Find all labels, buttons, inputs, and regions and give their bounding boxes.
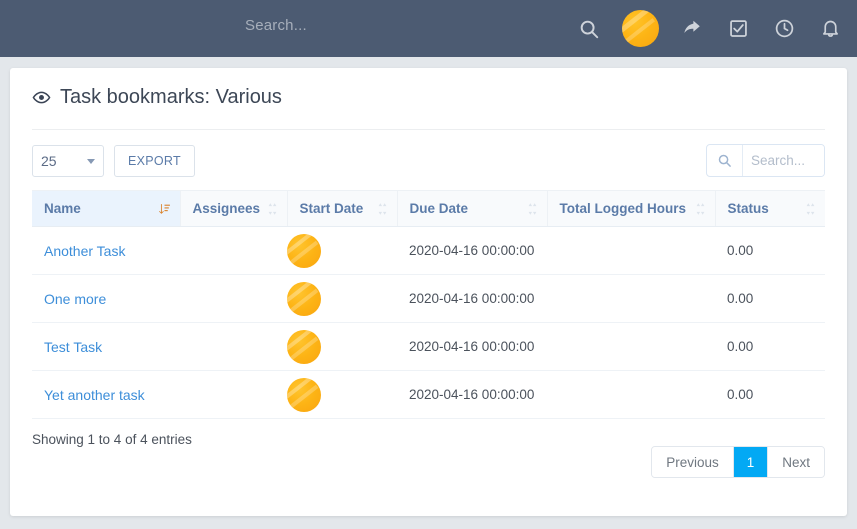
- cell-total-logged-hours: [547, 226, 715, 275]
- cell-assignees: [180, 226, 287, 275]
- assignee-avatar[interactable]: [287, 233, 321, 268]
- assignee-avatar[interactable]: [287, 281, 321, 316]
- cell-name: Test Task: [32, 322, 180, 371]
- cell-status: 0.00: [715, 322, 825, 371]
- page-title-text: Task bookmarks: Various: [60, 86, 282, 108]
- table-header: Name Assignees Start Date Due Date Total…: [32, 190, 825, 227]
- page-length-value: 25: [41, 152, 57, 169]
- share-icon[interactable]: [679, 16, 705, 42]
- cell-status: 0.00: [715, 274, 825, 323]
- sort-both-icon: [805, 202, 816, 215]
- checkbox-checked-icon[interactable]: [725, 16, 751, 42]
- tasks-table-wrap: Name Assignees Start Date Due Date Total…: [10, 177, 847, 419]
- table-search-input[interactable]: [743, 145, 824, 176]
- cell-start-date: [287, 226, 397, 275]
- column-header-due-date[interactable]: Due Date: [397, 190, 548, 227]
- entries-info: Showing 1 to 4 of 4 entries: [32, 432, 192, 447]
- page-length-select[interactable]: 25: [32, 144, 104, 177]
- assignee-avatar[interactable]: [287, 329, 321, 364]
- table-body: Another Task 2020-04-16 00:00:00 0.00 On…: [32, 226, 825, 419]
- task-link[interactable]: Test Task: [44, 339, 102, 355]
- sort-both-icon: [377, 202, 388, 215]
- task-link[interactable]: One more: [44, 291, 106, 307]
- pagination-previous[interactable]: Previous: [652, 447, 734, 477]
- content-card: Task bookmarks: Various 25 EXPORT Search…: [10, 68, 847, 516]
- cell-due-date: 2020-04-16 00:00:00: [397, 226, 547, 275]
- export-button[interactable]: EXPORT: [114, 144, 195, 177]
- cell-start-date: [287, 274, 397, 323]
- sort-both-icon: [695, 202, 706, 215]
- navbar-icon-group: [576, 0, 843, 57]
- cell-start-date: [287, 370, 397, 419]
- user-avatar[interactable]: [622, 10, 659, 47]
- cell-status: 0.00: [715, 370, 825, 419]
- cell-status: 0.00: [715, 226, 825, 275]
- table-row[interactable]: Another Task 2020-04-16 00:00:00 0.00: [32, 226, 825, 275]
- cell-assignees: [180, 274, 287, 323]
- column-label: Total Logged Hours: [559, 201, 687, 216]
- pagination-next[interactable]: Next: [768, 447, 824, 477]
- bell-icon[interactable]: [817, 16, 843, 42]
- column-header-status[interactable]: Status: [715, 190, 825, 227]
- column-header-assignees[interactable]: Assignees: [180, 190, 288, 227]
- pagination: Previous 1 Next: [651, 446, 825, 478]
- cell-due-date: 2020-04-16 00:00:00: [397, 322, 547, 371]
- column-label: Status: [727, 201, 769, 216]
- cell-due-date: 2020-04-16 00:00:00: [397, 370, 547, 419]
- table-search-icon[interactable]: [707, 145, 743, 176]
- table-toolbar: 25 EXPORT: [10, 130, 847, 177]
- tasks-table: Name Assignees Start Date Due Date Total…: [32, 190, 825, 419]
- cell-assignees: [180, 322, 287, 371]
- navbar-search-label[interactable]: Search...: [245, 17, 307, 34]
- column-label: Due Date: [409, 201, 469, 216]
- column-header-start-date[interactable]: Start Date: [287, 190, 398, 227]
- eye-icon: [32, 88, 51, 107]
- sort-ascending-icon: [158, 202, 171, 215]
- cell-total-logged-hours: [547, 370, 715, 419]
- column-label: Name: [44, 201, 81, 216]
- cell-name: Another Task: [32, 226, 180, 275]
- pagination-page-1[interactable]: 1: [733, 447, 769, 477]
- column-label: Assignees: [192, 201, 261, 216]
- sort-both-icon: [267, 202, 278, 215]
- page-title: Task bookmarks: Various: [10, 68, 847, 109]
- cell-due-date: 2020-04-16 00:00:00: [397, 274, 547, 323]
- table-row[interactable]: One more 2020-04-16 00:00:00 0.00: [32, 274, 825, 323]
- sort-both-icon: [527, 202, 538, 215]
- column-header-total-logged-hours[interactable]: Total Logged Hours: [547, 190, 716, 227]
- table-header-row: Name Assignees Start Date Due Date Total…: [32, 190, 825, 227]
- column-label: Start Date: [299, 201, 364, 216]
- toolbar-left-group: 25 EXPORT: [32, 144, 195, 177]
- table-footer: Showing 1 to 4 of 4 entries Previous 1 N…: [10, 419, 847, 478]
- cell-name: Yet another task: [32, 370, 180, 419]
- cell-total-logged-hours: [547, 322, 715, 371]
- search-icon[interactable]: [576, 16, 602, 42]
- assignee-avatar[interactable]: [287, 377, 321, 412]
- cell-assignees: [180, 370, 287, 419]
- table-row[interactable]: Test Task 2020-04-16 00:00:00 0.00: [32, 322, 825, 371]
- table-row[interactable]: Yet another task 2020-04-16 00:00:00 0.0…: [32, 370, 825, 419]
- task-link[interactable]: Yet another task: [44, 387, 145, 403]
- clock-icon[interactable]: [771, 16, 797, 42]
- chevron-down-icon: [87, 158, 95, 164]
- task-link[interactable]: Another Task: [44, 243, 125, 259]
- cell-total-logged-hours: [547, 274, 715, 323]
- cell-name: One more: [32, 274, 180, 323]
- column-header-name[interactable]: Name: [32, 190, 181, 227]
- top-navbar: Search...: [0, 0, 857, 57]
- cell-start-date: [287, 322, 397, 371]
- table-search-group: [706, 144, 825, 177]
